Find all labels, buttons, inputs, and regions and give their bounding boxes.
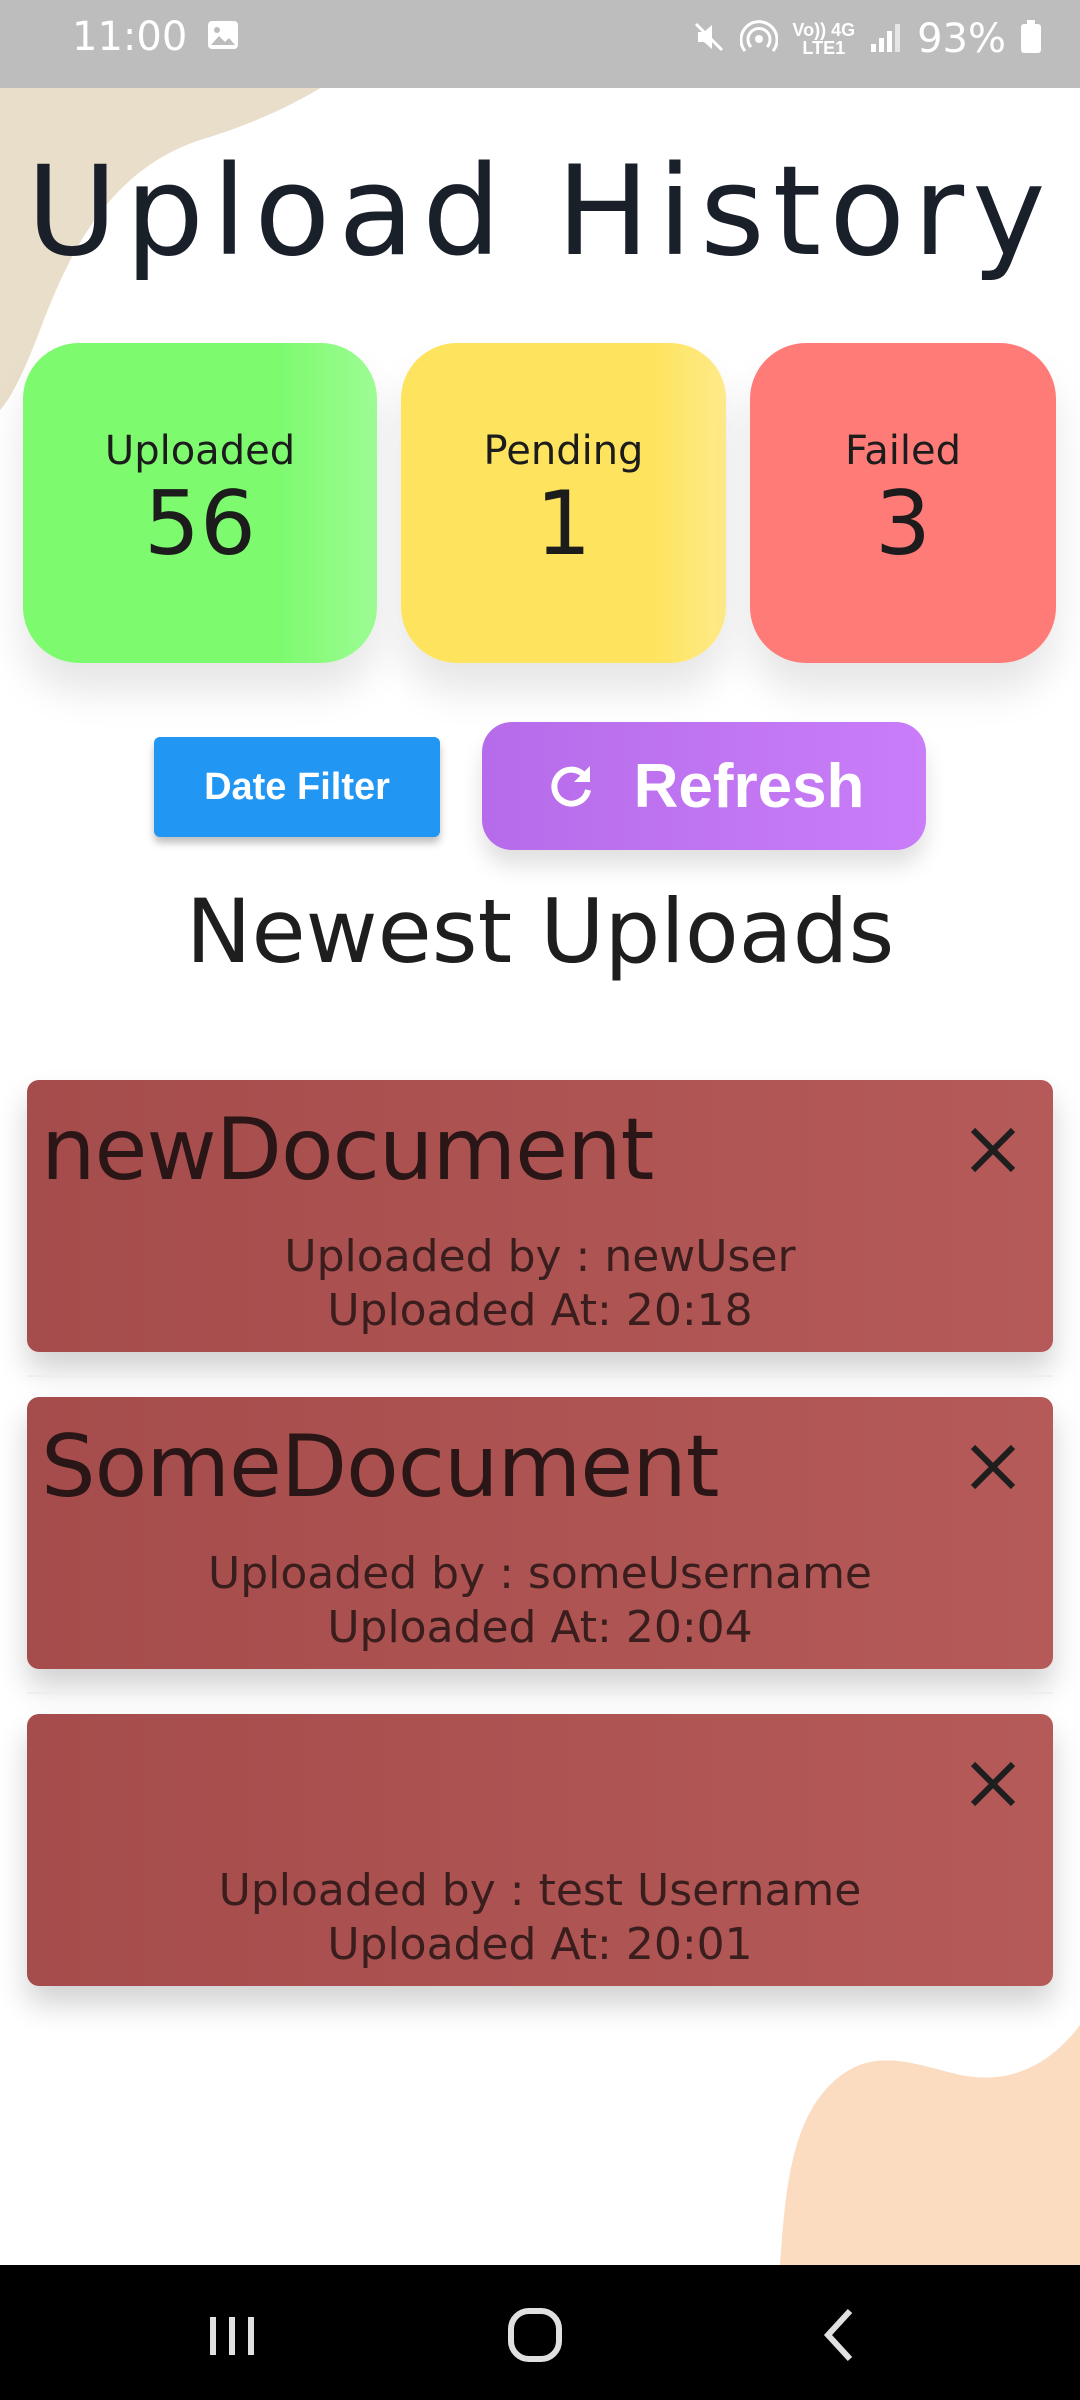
document-name: newDocument [41, 1100, 654, 1200]
navigation-bar [0, 2265, 1080, 2400]
stat-card-pending: Pending 1 [401, 343, 726, 663]
uploaded-at: Uploaded At: 20:04 [327, 1602, 753, 1653]
status-time: 11:00 [72, 14, 188, 60]
refresh-button[interactable]: Refresh [482, 722, 926, 850]
section-title: Newest Uploads [185, 880, 895, 983]
close-icon [970, 1761, 1016, 1807]
mute-icon [692, 20, 726, 59]
stat-label-failed: Failed [844, 428, 962, 474]
stat-value-pending: 1 [535, 472, 592, 575]
upload-meta: Uploaded by : someUsername Uploaded At: … [27, 1547, 1053, 1655]
close-icon [970, 1127, 1016, 1173]
uploaded-at: Uploaded At: 20:18 [327, 1285, 753, 1336]
remove-upload-button[interactable] [963, 1437, 1023, 1497]
battery-percentage: 93% [917, 16, 1006, 62]
uploaded-at: Uploaded At: 20:01 [327, 1919, 753, 1970]
stat-label-pending: Pending [483, 428, 644, 474]
volte-icon: Vo)) 4G LTE1 [792, 20, 856, 58]
hotspot-icon [739, 19, 779, 60]
upload-list: newDocument Uploaded by : newUser Upload… [27, 1080, 1053, 2031]
uploaded-by: Uploaded by : someUsername [208, 1548, 872, 1599]
upload-meta: Uploaded by : test Username Uploaded At:… [27, 1864, 1053, 1972]
recent-apps-icon [210, 2317, 254, 2355]
stat-value-uploaded: 56 [144, 472, 256, 575]
page-title: Upload History [26, 140, 1054, 284]
stat-value-failed: 3 [875, 472, 931, 575]
status-bar: 11:00 Vo)) 4G LTE1 93% [0, 0, 1080, 88]
list-divider [27, 1692, 1053, 1694]
stat-card-uploaded: Uploaded 56 [23, 343, 377, 663]
stat-label-uploaded: Uploaded [104, 428, 296, 474]
remove-upload-button[interactable] [963, 1120, 1023, 1180]
home-button[interactable] [495, 2295, 575, 2375]
list-divider [27, 1375, 1053, 1377]
upload-card: SomeDocument Uploaded by : someUsername … [27, 1397, 1053, 1669]
battery-icon [1020, 19, 1042, 59]
remove-upload-button[interactable] [963, 1754, 1023, 1814]
close-icon [970, 1444, 1016, 1490]
upload-card: Uploaded by : test Username Uploaded At:… [27, 1714, 1053, 1986]
home-icon [508, 2308, 562, 2362]
back-button[interactable] [800, 2295, 880, 2375]
background-blob-bottom [780, 2025, 1080, 2265]
recent-apps-button[interactable] [192, 2295, 272, 2375]
date-filter-button[interactable]: Date Filter [154, 737, 440, 837]
signal-icon [869, 20, 903, 59]
uploaded-by: Uploaded by : test Username [218, 1865, 862, 1916]
back-icon [823, 2308, 853, 2362]
upload-card: newDocument Uploaded by : newUser Upload… [27, 1080, 1053, 1352]
uploaded-by: Uploaded by : newUser [284, 1231, 796, 1282]
stat-card-failed: Failed 3 [750, 343, 1056, 663]
document-name: SomeDocument [41, 1417, 719, 1517]
upload-meta: Uploaded by : newUser Uploaded At: 20:18 [27, 1230, 1053, 1338]
refresh-icon [544, 758, 598, 815]
refresh-button-label: Refresh [633, 751, 865, 821]
gallery-icon [207, 20, 239, 55]
